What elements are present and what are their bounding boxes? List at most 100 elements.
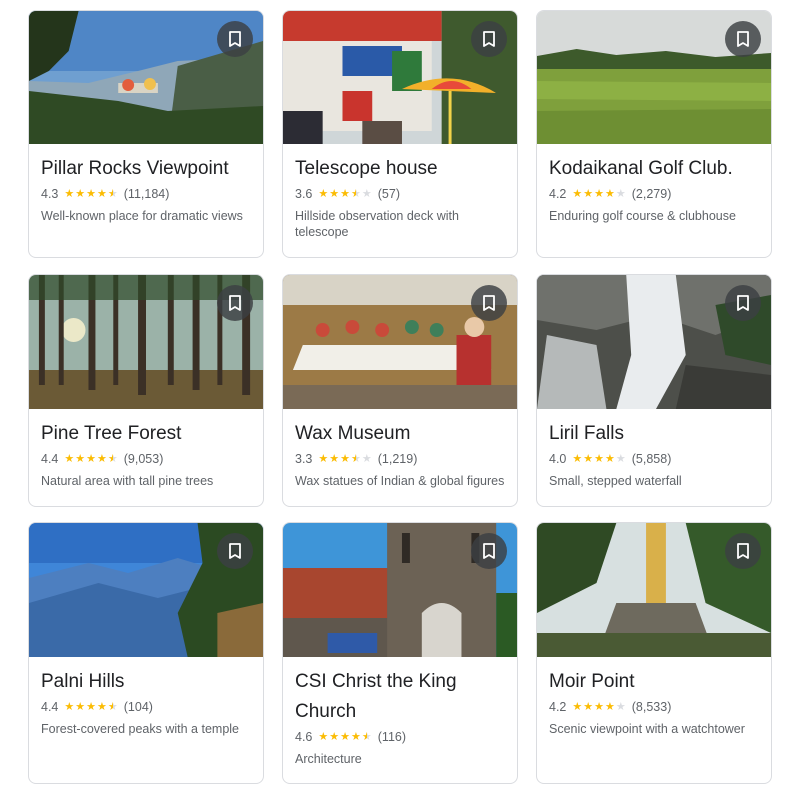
save-button[interactable] <box>471 533 507 569</box>
place-card-csi-church[interactable]: CSI Christ the King Church 4.6 ★ ★ ★ ★ ★ (11… <box>282 522 518 784</box>
bookmark-icon <box>737 543 749 559</box>
bookmark-icon <box>229 31 241 47</box>
rating-row: 4.2 ★ ★ ★ ★ ★ (2,279) <box>549 184 761 204</box>
save-button[interactable] <box>725 21 761 57</box>
star-icon: ★ <box>329 452 340 465</box>
place-name[interactable]: CSI Christ the King Church <box>295 667 507 727</box>
star-icon: ★ <box>361 730 372 743</box>
place-description: Architecture <box>295 752 362 766</box>
place-description: Enduring golf course & clubhouse <box>549 209 736 223</box>
place-name[interactable]: Moir Point <box>549 667 761 697</box>
star-icon: ★ <box>86 700 97 713</box>
save-button[interactable] <box>725 533 761 569</box>
star-icon: ★ <box>594 700 605 713</box>
rating-value: 3.3 <box>295 452 313 466</box>
place-card-liril-falls[interactable]: Liril Falls 4.0 ★ ★ ★ ★ ★ (5,858) Small, ste… <box>536 274 772 507</box>
place-name[interactable]: Pillar Rocks Viewpoint <box>41 154 253 184</box>
bookmark-icon <box>483 31 495 47</box>
star-icon: ★ <box>594 452 605 465</box>
star-icon: ★ <box>64 700 75 713</box>
review-count: (104) <box>123 700 153 714</box>
star-icon: ★ <box>340 730 351 743</box>
save-button[interactable] <box>217 21 253 57</box>
place-card-pine-forest[interactable]: Pine Tree Forest 4.4 ★ ★ ★ ★ ★ (9,053) Natur… <box>28 274 264 507</box>
review-count: (2,279) <box>631 187 672 201</box>
bookmark-icon <box>229 295 241 311</box>
star-icon: ★ <box>572 700 583 713</box>
place-card-moir-point[interactable]: Moir Point 4.2 ★ ★ ★ ★ ★ (8,533) Scenic view… <box>536 522 772 784</box>
star-icon: ★ <box>318 730 329 743</box>
save-button[interactable] <box>217 285 253 321</box>
review-count: (5,858) <box>631 452 672 466</box>
place-name[interactable]: Palni Hills <box>41 667 253 697</box>
star-icon: ★ <box>615 452 626 465</box>
star-icon: ★ <box>64 187 75 200</box>
star-icon: ★ <box>361 187 372 200</box>
star-rating: ★ ★ ★ ★ ★ <box>318 187 372 200</box>
star-icon: ★ <box>605 452 615 465</box>
review-count: (1,219) <box>377 452 418 466</box>
star-icon: ★ <box>340 187 351 200</box>
place-description: Scenic viewpoint with a watchtower <box>549 722 745 736</box>
place-description: Hillside observation deck with telescope <box>295 209 459 239</box>
place-name[interactable]: Telescope house <box>295 154 507 184</box>
rating-value: 4.3 <box>41 187 59 201</box>
save-button[interactable] <box>725 285 761 321</box>
rating-row: 3.3 ★ ★ ★ ★ ★ (1,219) <box>295 449 507 469</box>
review-count: (9,053) <box>123 452 164 466</box>
place-card-telescope-house[interactable]: Telescope house 3.6 ★ ★ ★ ★ ★ (57) Hillside … <box>282 10 518 258</box>
star-rating: ★ ★ ★ ★ ★ <box>572 700 625 713</box>
star-icon: ★ <box>361 452 372 465</box>
place-description: Wax statues of Indian & global figures <box>295 474 505 488</box>
star-icon: ★ <box>572 187 583 200</box>
star-icon: ★ <box>583 452 594 465</box>
rating-row: 4.4 ★ ★ ★ ★ ★ (104) <box>41 697 253 717</box>
save-button[interactable] <box>471 21 507 57</box>
rating-row: 4.0 ★ ★ ★ ★ ★ (5,858) <box>549 449 761 469</box>
review-count: (57) <box>377 187 400 201</box>
star-icon: ★ <box>318 452 329 465</box>
bookmark-icon <box>737 31 749 47</box>
star-icon: ★ <box>75 452 86 465</box>
place-card-golf-club[interactable]: Kodaikanal Golf Club. 4.2 ★ ★ ★ ★ ★ (2,279) … <box>536 10 772 258</box>
place-card-wax-museum[interactable]: Wax Museum 3.3 ★ ★ ★ ★ ★ (1,219) Wax statues… <box>282 274 518 507</box>
place-name[interactable]: Wax Museum <box>295 419 507 449</box>
star-icon: ★ <box>583 187 594 200</box>
star-icon: ★ <box>605 700 615 713</box>
rating-row: 4.6 ★ ★ ★ ★ ★ (116) <box>295 727 507 747</box>
star-icon: ★ <box>97 187 107 200</box>
star-icon: ★ <box>86 452 97 465</box>
place-card-pillar-rocks[interactable]: Pillar Rocks Viewpoint 4.3 ★ ★ ★ ★ ★ (11,184… <box>28 10 264 258</box>
bookmark-icon <box>737 295 749 311</box>
star-icon: ★ <box>107 452 118 465</box>
star-rating: ★ ★ ★ ★ ★ <box>64 452 118 465</box>
star-icon: ★ <box>75 187 86 200</box>
rating-value: 4.0 <box>549 452 567 466</box>
rating-row: 4.2 ★ ★ ★ ★ ★ (8,533) <box>549 697 761 717</box>
place-name[interactable]: Kodaikanal Golf Club. <box>549 154 761 184</box>
save-button[interactable] <box>471 285 507 321</box>
place-name[interactable]: Pine Tree Forest <box>41 419 253 449</box>
rating-row: 4.3 ★ ★ ★ ★ ★ (11,184) <box>41 184 253 204</box>
star-icon: ★ <box>318 187 329 200</box>
star-rating: ★ ★ ★ ★ ★ <box>64 700 117 713</box>
place-description: Natural area with tall pine trees <box>41 474 214 488</box>
bookmark-icon <box>229 543 241 559</box>
star-rating: ★ ★ ★ ★ ★ <box>318 452 372 465</box>
rating-value: 4.2 <box>549 700 567 714</box>
place-name[interactable]: Liril Falls <box>549 419 761 449</box>
place-card-palni-hills[interactable]: Palni Hills 4.4 ★ ★ ★ ★ ★ (104) Forest-cover… <box>28 522 264 784</box>
star-icon: ★ <box>340 452 351 465</box>
star-icon: ★ <box>572 452 583 465</box>
star-icon: ★ <box>97 452 107 465</box>
star-rating: ★ ★ ★ ★ ★ <box>572 452 626 465</box>
rating-value: 4.4 <box>41 700 59 714</box>
rating-value: 4.2 <box>549 187 567 201</box>
bookmark-icon <box>483 543 495 559</box>
star-icon: ★ <box>594 187 605 200</box>
star-icon: ★ <box>86 187 97 200</box>
star-icon: ★ <box>605 187 615 200</box>
save-button[interactable] <box>217 533 253 569</box>
star-icon: ★ <box>583 700 594 713</box>
star-icon: ★ <box>351 730 361 743</box>
